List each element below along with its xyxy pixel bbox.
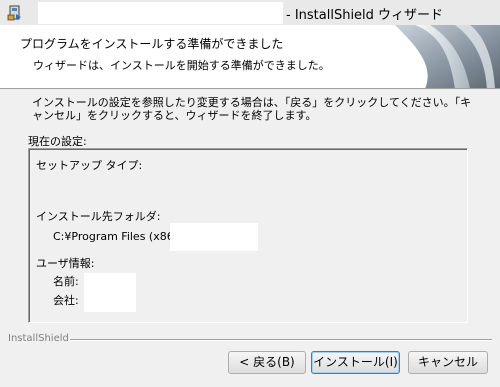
redacted-title-area [38,2,283,24]
installer-icon [7,5,21,21]
redacted-user-info [84,273,136,312]
header-banner: プログラムをインストールする準備ができました ウィザードは、インストールを開始す… [0,25,500,89]
header-subtitle: ウィザードは、インストールを開始する準備ができました。 [33,59,330,72]
title-bar: - InstallShield ウィザード [0,0,500,25]
install-folder-value: C:¥Program Files (x86)¥ [53,230,186,243]
settings-panel: セットアップ タイプ: インストール先フォルダ: C:¥Program File… [28,148,468,323]
redacted-folder-name [170,223,258,251]
current-settings-label: 現在の設定: [28,135,87,148]
user-info-label: ユーザ情報: [36,257,95,270]
back-button[interactable]: < 戻る(B) [228,351,306,374]
description-text: インストールの設定を参照したり変更する場合は、「戻る」をクリックしてください。「… [32,96,472,122]
installshield-brand: InstallShield [8,333,69,344]
install-button[interactable]: インストール(I) [311,351,400,374]
cancel-button[interactable]: キャンセル [408,351,488,374]
company-label: 会社: [53,294,79,307]
banner-graphic [395,25,500,88]
setup-type-label: セットアップ タイプ: [36,159,143,172]
install-folder-label: インストール先フォルダ: [36,210,161,223]
header-title: プログラムをインストールする準備ができました [20,37,284,51]
name-label: 名前: [53,275,79,288]
footer-divider [70,339,492,341]
window-title: - InstallShield ウィザード [286,8,444,23]
